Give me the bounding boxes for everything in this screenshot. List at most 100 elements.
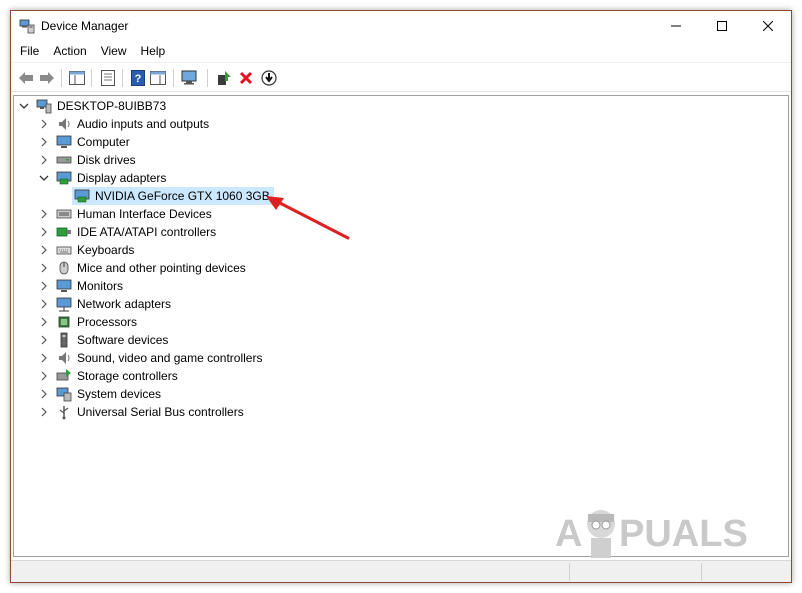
delete-x-icon — [239, 71, 253, 85]
system-device-icon — [56, 387, 72, 402]
chevron-right-icon[interactable] — [38, 295, 50, 313]
uninstall-device-button[interactable] — [237, 69, 255, 87]
hid-icon — [56, 209, 72, 219]
chevron-right-icon[interactable] — [38, 151, 50, 169]
category-label: Audio inputs and outputs — [77, 117, 210, 131]
chevron-right-icon[interactable] — [38, 349, 50, 367]
tree-category-keyboards[interactable]: Keyboards — [38, 241, 134, 259]
close-icon — [763, 21, 773, 31]
usb-icon — [59, 406, 69, 420]
maximize-icon — [717, 21, 727, 31]
mouse-icon — [59, 261, 69, 275]
properties-button[interactable] — [99, 69, 117, 87]
tree-root-row[interactable]: DESKTOP-8UIBB73 — [18, 97, 166, 115]
chevron-right-icon[interactable] — [38, 115, 50, 133]
svg-text:?: ? — [135, 73, 142, 85]
chevron-down-icon[interactable] — [18, 97, 30, 115]
toolbar: ? — [11, 62, 791, 92]
device-manager-window: Device Manager File Action View Help ? D… — [10, 10, 792, 583]
category-label: Keyboards — [77, 243, 135, 257]
tree-category-system-devices[interactable]: System devices — [38, 385, 161, 403]
category-label: Human Interface Devices — [77, 207, 212, 221]
tree-category-ide[interactable]: IDE ATA/ATAPI controllers — [38, 223, 216, 241]
tree-category-mice[interactable]: Mice and other pointing devices — [38, 259, 246, 277]
chevron-right-icon[interactable] — [38, 277, 50, 295]
tree-category-storage[interactable]: Storage controllers — [38, 367, 178, 385]
forward-button[interactable] — [38, 69, 56, 87]
chevron-right-icon[interactable] — [38, 241, 50, 259]
chevron-right-icon[interactable] — [38, 385, 50, 403]
speaker-icon — [59, 118, 70, 130]
category-label: Mice and other pointing devices — [77, 261, 246, 275]
menu-help[interactable]: Help — [134, 41, 173, 61]
network-adapter-icon — [56, 297, 72, 312]
speaker-icon — [59, 352, 70, 364]
tree-category-software-devices[interactable]: Software devices — [38, 331, 168, 349]
monitor-icon — [56, 279, 72, 292]
menu-file[interactable]: File — [11, 41, 46, 61]
tree-category-display-adapters[interactable]: Display adapters — [38, 169, 166, 187]
tree-category-audio[interactable]: Audio inputs and outputs — [38, 115, 209, 133]
scan-hardware-changes-button[interactable] — [181, 69, 199, 87]
category-label: Sound, video and game controllers — [77, 351, 263, 365]
tree-category-sound[interactable]: Sound, video and game controllers — [38, 349, 262, 367]
category-label: Monitors — [77, 279, 124, 293]
device-manager-app-icon — [19, 19, 35, 34]
chevron-right-icon[interactable] — [38, 205, 50, 223]
monitor-icon — [56, 135, 72, 148]
tree-category-computer[interactable]: Computer — [38, 133, 130, 151]
category-label: Storage controllers — [77, 369, 178, 383]
tree-category-processors[interactable]: Processors — [38, 313, 137, 331]
tree-category-usb[interactable]: Universal Serial Bus controllers — [38, 403, 244, 421]
tree-category-monitors[interactable]: Monitors — [38, 277, 123, 295]
category-label: System devices — [77, 387, 162, 401]
status-cell — [569, 563, 701, 581]
show-hide-console-tree-button[interactable] — [68, 69, 86, 87]
status-cell — [701, 563, 791, 581]
chevron-right-icon[interactable] — [38, 223, 50, 241]
menu-action[interactable]: Action — [46, 41, 93, 61]
category-label: Universal Serial Bus controllers — [77, 405, 244, 419]
maximize-button[interactable] — [699, 11, 745, 41]
tree-category-hid[interactable]: Human Interface Devices — [38, 205, 212, 223]
arrow-right-icon — [40, 72, 54, 84]
category-label: Processors — [77, 315, 138, 329]
tree-category-network[interactable]: Network adapters — [38, 295, 171, 313]
back-button[interactable] — [17, 69, 35, 87]
download-circle-icon — [261, 70, 277, 86]
chevron-right-icon[interactable] — [38, 133, 50, 151]
chevron-right-icon[interactable] — [38, 259, 50, 277]
processor-icon — [58, 316, 70, 328]
update-driver-icon — [218, 71, 231, 85]
toolbar-separator — [173, 69, 174, 87]
help-icon: ? — [131, 70, 145, 86]
chevron-right-icon[interactable] — [38, 331, 50, 349]
action-pane-icon — [150, 71, 166, 85]
device-label: NVIDIA GeForce GTX 1060 3GB — [95, 189, 270, 203]
minimize-button[interactable] — [653, 11, 699, 41]
minimize-icon — [671, 25, 681, 27]
menu-view[interactable]: View — [94, 41, 134, 61]
toolbar-separator — [61, 69, 62, 87]
title-bar[interactable]: Device Manager — [11, 11, 791, 41]
category-label: Display adapters — [77, 171, 167, 185]
close-button[interactable] — [745, 11, 791, 41]
chevron-right-icon[interactable] — [38, 313, 50, 331]
device-tree[interactable]: DESKTOP-8UIBB73 Audio inputs and outputs… — [13, 95, 789, 557]
tree-device-nvidia-gpu[interactable]: NVIDIA GeForce GTX 1060 3GB — [72, 187, 274, 205]
chevron-right-icon[interactable] — [38, 403, 50, 421]
svg-text:A: A — [555, 513, 582, 555]
chevron-down-icon[interactable] — [38, 169, 50, 187]
svg-text:PUALS: PUALS — [619, 513, 748, 555]
chevron-right-icon[interactable] — [38, 367, 50, 385]
category-label: Disk drives — [77, 153, 136, 167]
storage-controller-icon — [56, 369, 71, 381]
action-pane-button[interactable] — [149, 69, 167, 87]
update-driver-button[interactable] — [215, 69, 233, 87]
window-title: Device Manager — [41, 19, 129, 33]
toolbar-separator — [122, 69, 123, 87]
enable-device-button[interactable] — [260, 69, 278, 87]
appuals-watermark: A PUALS — [555, 500, 765, 560]
help-button[interactable]: ? — [129, 69, 147, 87]
tree-category-disk-drives[interactable]: Disk drives — [38, 151, 136, 169]
